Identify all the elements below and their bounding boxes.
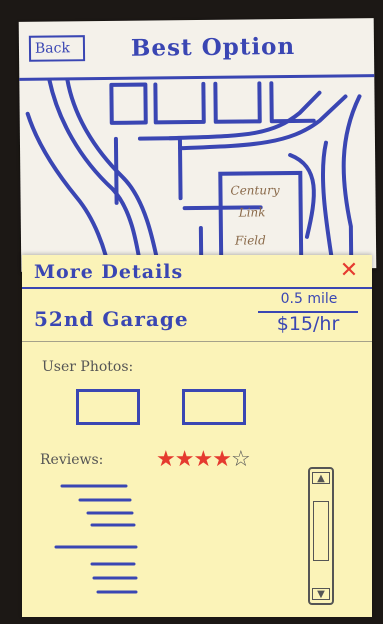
close-icon[interactable]: ✕ — [338, 260, 360, 282]
landmark-label-3: Field — [234, 233, 266, 248]
back-button[interactable]: Back — [28, 35, 86, 62]
page-title: Best Option — [130, 32, 296, 62]
map-view[interactable] — [19, 76, 376, 272]
details-panel: More Details ✕ 52nd Garage 0.5 mile $15/… — [22, 255, 372, 617]
scroll-down-icon[interactable]: ▼ — [312, 588, 330, 600]
map-screen: Back Best Option Century Link Field — [18, 18, 377, 272]
landmark-label-1: Century — [230, 183, 280, 198]
review-list — [54, 484, 138, 594]
scroll-up-icon[interactable]: ▲ — [312, 472, 330, 484]
landmark-label-2: Link — [238, 205, 266, 220]
scrollbar[interactable]: ▲ ▼ — [308, 467, 334, 605]
scroll-thumb[interactable] — [313, 501, 329, 561]
